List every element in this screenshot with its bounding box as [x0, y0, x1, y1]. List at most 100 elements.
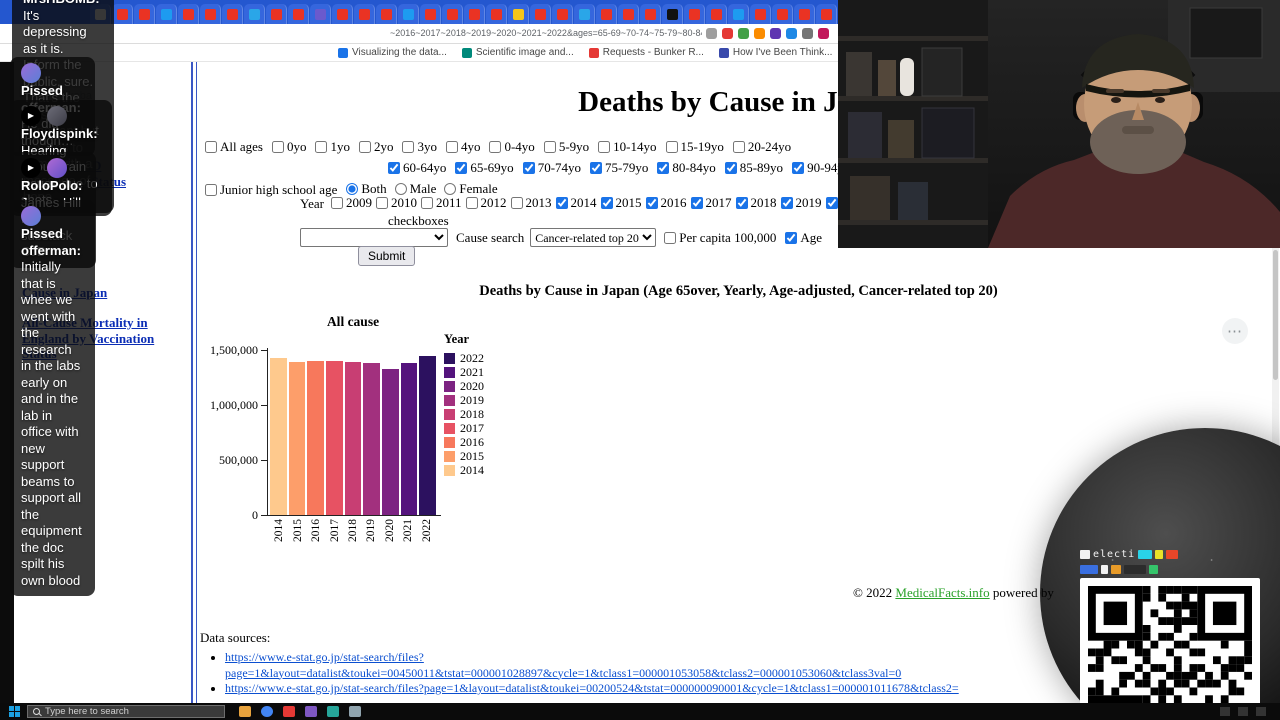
browser-tab[interactable] [662, 4, 683, 24]
more-options-icon[interactable]: ⋯ [1222, 318, 1248, 344]
checkbox-85-89yo[interactable]: 85-89yo [724, 160, 783, 176]
cause-select[interactable]: Cancer-related top 20 [530, 228, 657, 247]
browser-tab[interactable] [574, 4, 595, 24]
checkbox-input[interactable] [489, 141, 502, 153]
bar-2019[interactable] [363, 363, 381, 515]
browser-tab[interactable] [728, 4, 749, 24]
browser-tab[interactable] [684, 4, 705, 24]
radio-input[interactable] [394, 183, 407, 195]
bar-2017[interactable] [326, 361, 343, 515]
checkbox-input[interactable] [657, 162, 670, 174]
taskbar-icon-app[interactable] [327, 706, 339, 717]
year-2013[interactable]: 2013 [510, 195, 552, 211]
browser-tab[interactable] [618, 4, 639, 24]
checkbox-input[interactable] [732, 141, 745, 153]
checkbox-15-19yo[interactable]: 15-19yo [665, 139, 724, 155]
checkbox-input[interactable] [780, 197, 793, 209]
checkbox-input[interactable] [792, 162, 805, 174]
site-link[interactable]: MedicalFacts.info [895, 585, 989, 600]
browser-tab[interactable] [750, 4, 771, 24]
checkbox-input[interactable] [271, 141, 284, 153]
checkbox-input[interactable] [522, 162, 535, 174]
browser-tab[interactable] [266, 4, 287, 24]
source-link[interactable]: https://www.e-stat.go.jp/stat-search/fil… [225, 650, 901, 680]
checkbox-0-4yo[interactable]: 0-4yo [489, 139, 535, 155]
bar-2015[interactable] [288, 362, 306, 515]
checkbox-input[interactable] [590, 162, 603, 174]
taskbar-icon-browser[interactable] [261, 706, 273, 717]
browser-tab[interactable] [112, 4, 133, 24]
bookmark-item[interactable]: Scientific image and... [461, 47, 574, 58]
browser-tab[interactable] [816, 4, 837, 24]
browser-tab[interactable] [508, 4, 529, 24]
browser-tab[interactable] [354, 4, 375, 24]
system-tray[interactable] [1220, 707, 1266, 716]
checkbox-4yo[interactable]: 4yo [445, 139, 480, 155]
checkbox-70-74yo[interactable]: 70-74yo [522, 160, 581, 176]
extension-icon[interactable] [818, 28, 829, 39]
taskbar-icon-folder[interactable] [239, 706, 251, 717]
browser-tab[interactable] [706, 4, 727, 24]
submit-button[interactable]: Submit [358, 246, 416, 266]
browser-tab[interactable] [442, 4, 463, 24]
checkbox-input[interactable] [598, 141, 611, 153]
bar-2022[interactable] [419, 355, 437, 515]
checkbox-1yo[interactable]: 1yo [315, 139, 350, 155]
taskbar-icon-app[interactable] [283, 706, 295, 717]
browser-tab[interactable] [376, 4, 397, 24]
checkbox-input[interactable] [465, 197, 478, 209]
year-2015[interactable]: 2015 [600, 195, 642, 211]
play-icon[interactable]: ▶ [21, 106, 41, 126]
checkbox-input[interactable] [724, 162, 737, 174]
checkbox-input[interactable] [645, 197, 658, 209]
scrollbar-thumb[interactable] [1273, 250, 1278, 380]
bar-2014[interactable] [270, 357, 287, 515]
checkbox-2yo[interactable]: 2yo [358, 139, 393, 155]
checkbox-80-84yo[interactable]: 80-84yo [657, 160, 716, 176]
age-adjust-checkbox[interactable]: Age [785, 230, 822, 246]
checkbox-input[interactable] [205, 141, 217, 153]
checkbox-input[interactable] [543, 141, 556, 153]
extension-icon[interactable] [786, 28, 797, 39]
browser-tab[interactable] [288, 4, 309, 24]
checkbox-input[interactable] [690, 197, 703, 209]
checkbox-65-69yo[interactable]: 65-69yo [455, 160, 514, 176]
checkbox-input[interactable] [358, 141, 371, 153]
extension-icon[interactable] [770, 28, 781, 39]
browser-tab[interactable] [530, 4, 551, 24]
checkbox-3yo[interactable]: 3yo [402, 139, 437, 155]
bar-2020[interactable] [382, 368, 399, 515]
browser-tab[interactable] [464, 4, 485, 24]
per-capita-input[interactable] [664, 231, 677, 244]
checkbox-input[interactable] [402, 141, 415, 153]
browser-tab[interactable] [398, 4, 419, 24]
checkbox-5-9yo[interactable]: 5-9yo [543, 139, 589, 155]
bookmark-item[interactable]: Requests - Bunker R... [588, 47, 704, 58]
browser-tab[interactable] [640, 4, 661, 24]
browser-tab[interactable] [310, 4, 331, 24]
browser-tab[interactable] [200, 4, 221, 24]
browser-tab[interactable] [332, 4, 353, 24]
taskbar-icon-app[interactable] [305, 706, 317, 717]
taskbar-icon-app[interactable] [349, 706, 361, 717]
radio-input[interactable] [444, 183, 457, 195]
checkbox-20-24yo[interactable]: 20-24yo [732, 139, 791, 155]
extension-icon[interactable] [738, 28, 749, 39]
checkbox-60-64yo[interactable]: 60-64yo [388, 160, 446, 176]
checkboxes-text[interactable]: checkboxes [388, 213, 449, 229]
age-adjust-input[interactable] [785, 231, 798, 244]
browser-tab[interactable] [244, 4, 265, 24]
checkbox-input[interactable] [555, 197, 568, 209]
browser-tab[interactable] [794, 4, 815, 24]
per-capita-checkbox[interactable]: Per capita 100,000 [664, 230, 776, 246]
year-2016[interactable]: 2016 [645, 195, 687, 211]
browser-tab[interactable] [134, 4, 155, 24]
extension-icon[interactable] [802, 28, 813, 39]
play-icon[interactable]: ▶ [21, 158, 41, 178]
browser-tab[interactable] [596, 4, 617, 24]
browser-tab[interactable] [552, 4, 573, 24]
checkbox-10-14yo[interactable]: 10-14yo [598, 139, 657, 155]
checkbox-input[interactable] [388, 162, 400, 174]
browser-tab[interactable] [222, 4, 243, 24]
start-button[interactable] [4, 705, 24, 719]
